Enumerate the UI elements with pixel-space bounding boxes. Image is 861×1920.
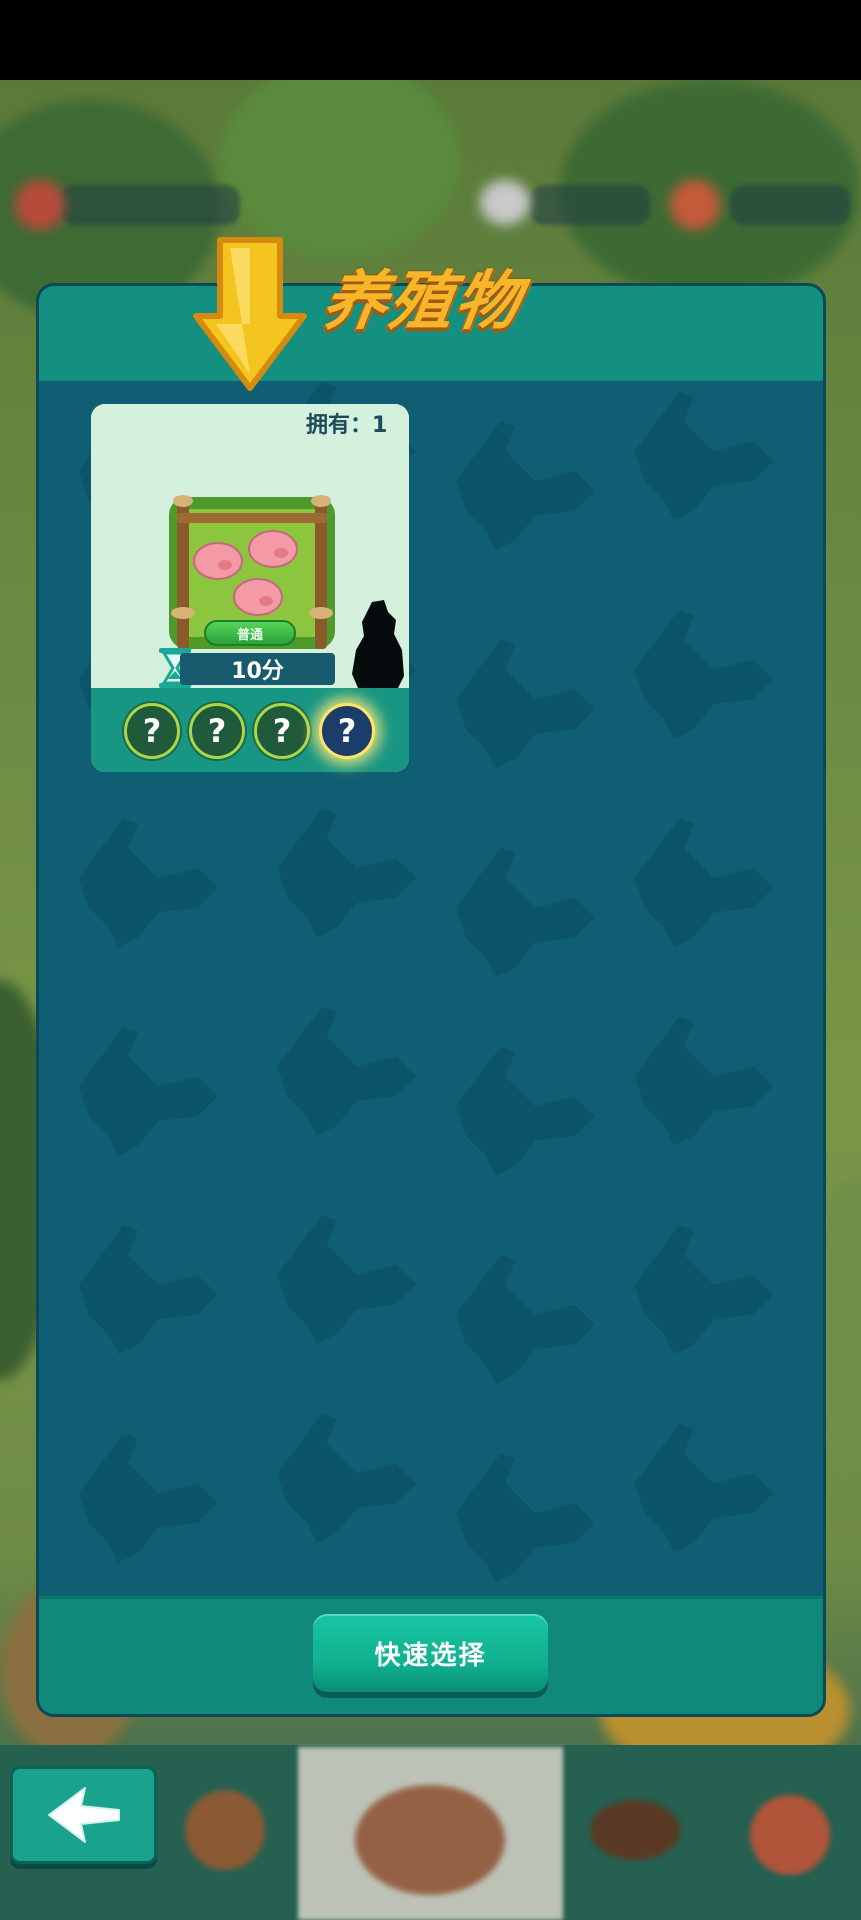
owned-count: 拥有：1 xyxy=(306,413,388,438)
back-button[interactable] xyxy=(10,1766,157,1864)
creature-slot[interactable]: ? xyxy=(189,703,245,759)
back-arrow-icon xyxy=(47,1787,120,1843)
creature-slot[interactable]: ? xyxy=(254,703,310,759)
creature-slot[interactable]: ? xyxy=(124,703,180,759)
bg-resource-pill xyxy=(60,185,240,225)
locked-creature-silhouette xyxy=(352,600,404,688)
creature-slot[interactable]: ? xyxy=(319,703,375,759)
rarity-badge: 普通 xyxy=(204,620,296,646)
bg-resource-pill xyxy=(730,185,850,225)
game-screen: 养殖物 拥有：1 普通 10分 ???? 快速选择 xyxy=(0,0,861,1920)
panel-title: 养殖物 xyxy=(317,265,527,339)
down-arrow-icon xyxy=(193,237,307,391)
status-bar xyxy=(0,0,861,80)
bg-resource-pill xyxy=(530,185,650,225)
quick-select-button[interactable]: 快速选择 xyxy=(313,1614,548,1692)
timer-display: 10分 xyxy=(180,653,335,685)
